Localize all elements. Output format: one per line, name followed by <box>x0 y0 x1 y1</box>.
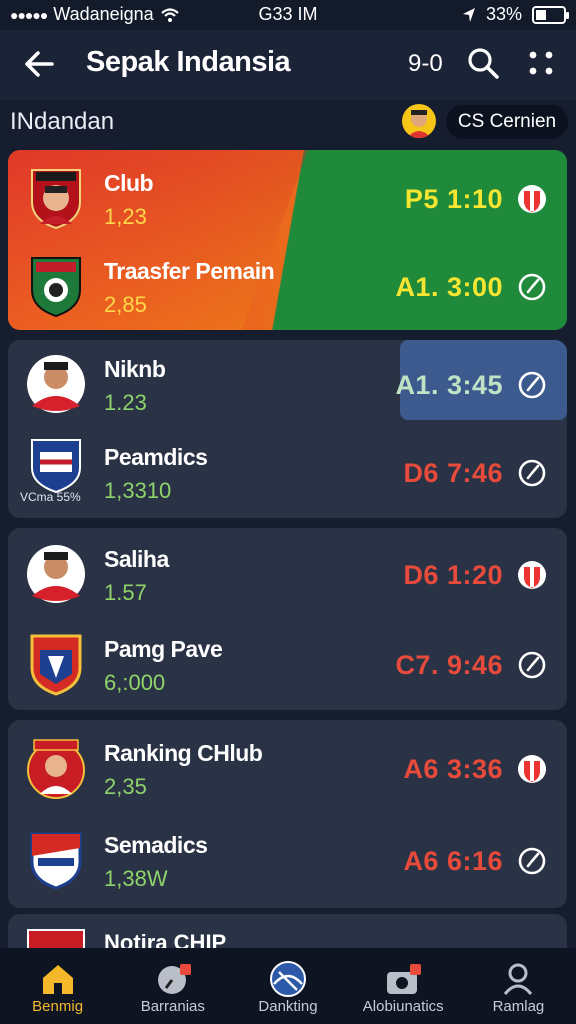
club-value: 1.57 <box>104 580 147 605</box>
nav-item-dankting[interactable]: Dankting <box>230 948 345 1024</box>
clock-icon[interactable] <box>517 650 547 680</box>
clock-icon[interactable] <box>517 272 547 302</box>
club-value: 6,:000 <box>104 670 166 695</box>
club-value: 1,23 <box>104 204 147 229</box>
list-item[interactable]: Semadics 1,38W A6 6:16 <box>8 816 567 904</box>
clock-icon[interactable] <box>517 370 547 400</box>
club-value: 1,3310 <box>104 478 172 503</box>
user-icon <box>504 963 533 995</box>
shield-icon[interactable] <box>517 754 547 784</box>
club-name: Saliha <box>104 546 169 572</box>
nav-label: Ramlag <box>492 998 545 1015</box>
list-item[interactable]: VCma 55% Peamdics 1,3310 D6 7:46 <box>8 428 567 516</box>
grid-dots-icon[interactable] <box>526 48 556 78</box>
avatar-face-icon <box>407 110 431 138</box>
nav-label: Dankting <box>258 998 318 1015</box>
nav-item-ramlag[interactable]: Ramlag <box>461 948 576 1024</box>
match-time: A6 3:36 <box>403 754 503 784</box>
battery-icon <box>532 5 569 24</box>
nav-label: Benmig <box>32 998 84 1015</box>
ball-icon <box>270 961 306 997</box>
player-avatar-icon <box>27 355 85 413</box>
club-crest-icon <box>31 257 81 318</box>
clock-icon[interactable] <box>517 458 547 488</box>
arrow-left-icon[interactable] <box>22 46 58 82</box>
list-item[interactable]: Saliha 1.57 D6 1:20 <box>8 530 567 618</box>
list-item[interactable]: Club 1,23 P5 1:10 <box>8 154 567 242</box>
list-item[interactable]: Niknb 1.23 A1. 3:45 <box>8 340 567 428</box>
club-name: Club <box>104 170 154 196</box>
camera-badge-icon <box>387 964 422 994</box>
location-icon <box>462 7 475 22</box>
list-item[interactable]: Pamg Pave 6,:000 C7. 9:46 <box>8 620 567 708</box>
clock-badge-icon <box>157 964 191 994</box>
club-crest-icon <box>27 739 85 799</box>
club-value: 2,85 <box>104 292 147 317</box>
page-title: Sepak Indansia <box>86 46 291 78</box>
club-name: Semadics <box>104 832 208 858</box>
list-item[interactable]: Ranking CHlub 2,35 A6 3:36 <box>8 724 567 812</box>
clock-icon[interactable] <box>517 846 547 876</box>
club-name: Ranking CHlub <box>104 740 263 766</box>
avatar[interactable] <box>402 104 436 138</box>
match-time: A1. 3:45 <box>395 370 503 400</box>
match-time: D6 7:46 <box>403 458 503 488</box>
bottom-nav: Benmig Barranias Dankting Alobiunatics R… <box>0 948 576 1024</box>
match-card-featured[interactable]: Club 1,23 P5 1:10 Traasfer Pemain 2,85 A… <box>8 150 567 330</box>
status-right: 33% <box>462 4 569 25</box>
match-time: D6 1:20 <box>403 560 503 590</box>
club-crest-icon <box>30 634 82 696</box>
match-card[interactable]: Ranking CHlub 2,35 A6 3:36 Semadics 1,38… <box>8 720 567 908</box>
club-crest-icon <box>30 832 82 890</box>
club-name: Pamg Pave <box>104 636 223 662</box>
nav-item-home[interactable]: Benmig <box>0 948 115 1024</box>
club-crest-icon <box>31 169 81 230</box>
battery-percent: 33% <box>485 4 522 24</box>
club-value: 1.23 <box>104 390 147 415</box>
match-card[interactable]: Niknb 1.23 A1. 3:45 VCma 55% Peamdics 1,… <box>8 340 567 518</box>
match-time: A1. 3:00 <box>395 272 503 302</box>
club-value: 1,38W <box>104 866 168 891</box>
logo-caption: VCma 55% <box>20 490 81 504</box>
match-time: P5 1:10 <box>404 184 503 214</box>
score-chip[interactable]: 9-0 <box>408 50 443 78</box>
club-name: Traasfer Pemain <box>104 258 275 284</box>
match-card[interactable]: Saliha 1.57 D6 1:20 Pamg Pave 6,:000 C7.… <box>8 528 567 710</box>
club-name: Peamdics <box>104 444 208 470</box>
search-icon[interactable] <box>466 46 500 80</box>
app-header: Sepak Indansia 9-0 <box>0 30 576 100</box>
section-title: INdandan <box>10 108 115 135</box>
nav-item-alobiunatics[interactable]: Alobiunatics <box>346 948 461 1024</box>
player-avatar-icon <box>27 545 85 603</box>
filter-chip[interactable]: CS Cernien <box>446 105 568 139</box>
nav-label: Alobiunatics <box>362 998 444 1015</box>
nav-item-barranias[interactable]: Barranias <box>115 948 230 1024</box>
shield-icon[interactable] <box>517 184 547 214</box>
club-name: Niknb <box>104 356 166 382</box>
shield-icon[interactable] <box>517 560 547 590</box>
nav-label: Barranias <box>140 998 205 1015</box>
match-time: C7. 9:46 <box>395 650 503 680</box>
match-time: A6 6:16 <box>403 846 503 876</box>
list-item[interactable]: Traasfer Pemain 2,85 A1. 3:00 <box>8 242 567 330</box>
club-value: 2,35 <box>104 774 147 799</box>
status-bar: ●●●●● Wadaneigna G33 IM 33% <box>0 0 576 30</box>
home-icon <box>42 965 73 994</box>
